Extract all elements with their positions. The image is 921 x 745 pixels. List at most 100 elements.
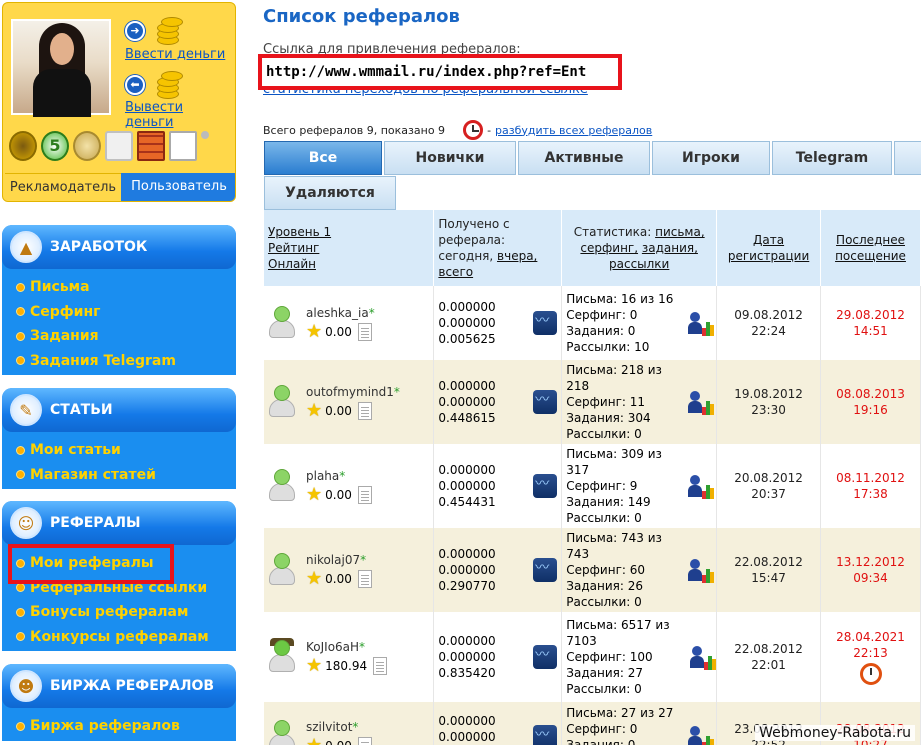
chart-icon[interactable] — [533, 390, 558, 414]
username[interactable]: KoJIo6aH* — [306, 639, 387, 655]
menu-header-referrals[interactable]: ☺ РЕФЕРАЛЫ — [2, 501, 236, 545]
menu-item-my-articles[interactable]: Мои статьи — [2, 438, 236, 463]
bullet-icon — [16, 356, 25, 366]
sort-yesterday[interactable]: вчера, — [497, 249, 537, 263]
menu-header-referral-exchange[interactable]: ☻ БИРЖА РЕФЕРАЛОВ — [2, 664, 236, 708]
tab-extra[interactable] — [894, 141, 921, 175]
chart-icon[interactable] — [533, 474, 558, 498]
cell-last-visit: 29.08.2012 14:51 — [820, 286, 921, 360]
tab-players[interactable]: Игроки — [652, 141, 770, 175]
user-avatar-icon[interactable] — [268, 306, 296, 340]
user-avatar-icon[interactable] — [268, 638, 296, 674]
tab-deleting[interactable]: Удаляются — [264, 176, 396, 210]
menu-header-articles[interactable]: ✎ СТАТЬИ — [2, 388, 236, 432]
chart-icon[interactable] — [533, 725, 558, 745]
user-stats-icon[interactable] — [688, 473, 715, 499]
chart-icon[interactable] — [533, 645, 558, 669]
ref-link-value[interactable]: http://www.wmmail.ru/index.php?ref=Ent — [258, 54, 622, 90]
menu-section-articles: ✎ СТАТЬИ Мои статьи Магазин статей — [2, 388, 236, 489]
menu-item-referral-contests[interactable]: Конкурсы рефералам — [2, 625, 236, 650]
received-yesterday: 0.000000 — [438, 479, 496, 493]
star-icon: ★ — [306, 321, 323, 342]
table-row: nikolaj07*★0.000.0000000.0000000.290770П… — [264, 528, 921, 612]
tab-user[interactable]: Пользователь — [121, 173, 235, 201]
stat-letters: Письма: 6517 из 7103 — [566, 618, 670, 648]
menu-item-referral-exchange[interactable]: Биржа рефералов — [2, 714, 236, 739]
user-stats-icon[interactable] — [688, 310, 715, 336]
username[interactable]: plaha* — [306, 468, 372, 484]
bullet-icon — [16, 721, 25, 731]
withdraw-link[interactable]: Вывести деньги — [125, 100, 235, 130]
username[interactable]: aleshka_ia* — [306, 305, 375, 321]
reg-date: 22.08.2012 — [734, 555, 803, 569]
header-reg-date[interactable]: Дата регистрации — [716, 210, 822, 286]
user-stats-icon[interactable] — [688, 724, 715, 745]
document-icon[interactable] — [373, 657, 388, 675]
earnings-icon: ▲ — [10, 231, 42, 263]
user-stats-icon[interactable] — [688, 389, 715, 415]
table-row: aleshka_ia* ★ 0.00 0.000000 0.000000 0.005625… — [264, 286, 921, 360]
stat-surfing: Серфинг: 0 — [566, 722, 638, 736]
reg-time: 22:01 — [751, 658, 786, 672]
tab-all[interactable]: Все — [264, 141, 382, 175]
username[interactable]: nikolaj07* — [306, 552, 372, 568]
user-stats-icon[interactable] — [688, 557, 715, 583]
arrow-left-icon[interactable]: ⬅ — [125, 75, 145, 95]
stat-letters: Письма: 309 из 317 — [566, 447, 662, 477]
user-avatar-icon[interactable] — [268, 469, 296, 503]
received-total: 0.290770 — [438, 579, 496, 593]
sort-online[interactable]: Онлайн — [268, 257, 316, 271]
reg-time: 22:24 — [751, 324, 786, 338]
sort-mailings[interactable]: рассылки — [609, 257, 669, 271]
menu-item-letters[interactable]: Письма — [2, 275, 236, 300]
cell-reg-date: 22.08.2012 22:01 — [716, 612, 822, 702]
cell-received: 0.000000 0.000000 0.290770 — [433, 528, 563, 612]
sort-level[interactable]: Уровень 1 — [268, 225, 331, 239]
sort-tasks[interactable]: задания, — [642, 241, 698, 255]
sort-rating[interactable]: Рейтинг — [268, 241, 319, 255]
arrow-right-icon[interactable]: ➜ — [125, 21, 145, 41]
document-icon[interactable] — [357, 486, 372, 504]
wake-all-link[interactable]: разбудить всех рефералов — [495, 124, 652, 137]
last-visit-date: 13.12.2012 — [836, 555, 905, 569]
document-icon[interactable] — [357, 323, 372, 341]
received-today: 0.000000 — [438, 300, 496, 314]
menu-item-referral-bonuses[interactable]: Бонусы рефералам — [2, 600, 236, 625]
stat-surfing: Серфинг: 11 — [566, 395, 645, 409]
user-avatar-icon[interactable] — [268, 720, 296, 745]
menu-header-earnings[interactable]: ▲ ЗАРАБОТОК — [2, 225, 236, 269]
tab-advertiser[interactable]: Рекламодатель — [5, 173, 121, 201]
alarm-clock-icon[interactable] — [859, 663, 882, 685]
stat-surfing: Серфинг: 100 — [566, 650, 653, 664]
username[interactable]: outofmymind1* — [306, 384, 400, 400]
document-icon[interactable] — [357, 737, 372, 745]
avatar[interactable] — [11, 19, 111, 117]
user-avatar-icon[interactable] — [268, 385, 296, 419]
menu-item-surfing[interactable]: Серфинг — [2, 300, 236, 325]
chart-icon[interactable] — [533, 558, 558, 582]
tab-active[interactable]: Активные — [518, 141, 650, 175]
user-stats-icon[interactable] — [690, 644, 717, 670]
chart-icon[interactable] — [533, 311, 558, 335]
menu-section-referral-exchange: ☻ БИРЖА РЕФЕРАЛОВ Биржа рефералов — [2, 664, 236, 741]
menu-item-article-shop[interactable]: Магазин статей — [2, 463, 236, 488]
header-text: сегодня, — [438, 249, 494, 263]
sort-all[interactable]: всего — [438, 265, 473, 279]
alarm-clock-icon[interactable] — [463, 120, 484, 140]
sort-letters[interactable]: письма, — [655, 225, 705, 239]
username[interactable]: szilvitot* — [306, 719, 372, 735]
user-avatar-icon[interactable] — [268, 553, 296, 587]
tab-newbies[interactable]: Новички — [384, 141, 516, 175]
sort-surfing[interactable]: серфинг, — [580, 241, 638, 255]
menu-item-tasks[interactable]: Задания — [2, 324, 236, 349]
tab-telegram[interactable]: Telegram — [772, 141, 892, 175]
menu-item-telegram-tasks[interactable]: Задания Telegram — [2, 349, 236, 374]
bullet-icon — [16, 307, 25, 317]
document-icon[interactable] — [357, 570, 372, 588]
header-last-visit[interactable]: Последнее посещение — [820, 210, 921, 286]
referrals-table: Уровень 1 Рейтинг Онлайн Получено с рефе… — [264, 210, 921, 745]
deposit-link[interactable]: Ввести деньги — [125, 47, 225, 62]
document-icon[interactable] — [357, 402, 372, 420]
gold-medal-icon — [73, 131, 101, 161]
bullet-icon — [16, 445, 25, 455]
